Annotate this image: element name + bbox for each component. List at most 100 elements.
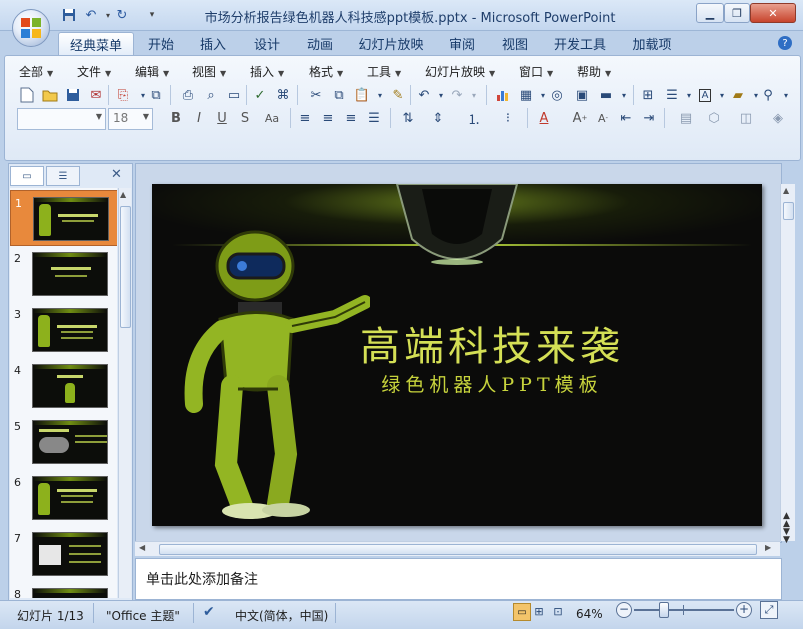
scroll-right-icon[interactable]: ▶ — [765, 543, 771, 552]
new-file-icon[interactable] — [17, 85, 37, 105]
chevron-down-icon[interactable]: ▾ — [614, 85, 634, 105]
menu-insert[interactable]: 插入 ▼ — [250, 63, 284, 79]
increase-indent-icon[interactable]: ⇥ — [639, 108, 659, 128]
slide-show-view-icon[interactable]: ⊡ — [550, 603, 566, 619]
cut-icon[interactable]: ✂ — [306, 85, 326, 105]
menu-slide-show[interactable]: 幻灯片放映 ▼ — [425, 63, 495, 79]
align-right-icon[interactable]: ≡ — [341, 108, 361, 128]
menu-view[interactable]: 视图 ▼ — [192, 63, 226, 79]
close-pane-icon[interactable]: ✕ — [111, 167, 122, 182]
menu-tools[interactable]: 工具 ▼ — [367, 63, 401, 79]
change-case-icon[interactable]: Aa — [262, 108, 282, 128]
fit-to-window-icon[interactable]: ⤢ — [760, 601, 778, 619]
shadow-icon[interactable]: S — [235, 108, 255, 128]
slide-thumbnail[interactable]: 1 — [10, 190, 117, 246]
format-painter-icon[interactable]: ✎ — [388, 85, 408, 105]
spell-check-icon[interactable]: ✔ — [203, 604, 215, 620]
justify-icon[interactable]: ☰ — [364, 108, 384, 128]
horizontal-scrollbar[interactable]: ◀ ▶ — [135, 541, 780, 556]
align-center-icon[interactable]: ≡ — [318, 108, 338, 128]
menu-format[interactable]: 格式 ▼ — [309, 63, 343, 79]
slide-thumbnail[interactable]: 8 — [10, 582, 117, 598]
new-slide-icon[interactable]: ⊞ — [638, 85, 658, 105]
notes-placeholder[interactable]: 单击此处添加备注 — [146, 569, 258, 589]
menu-all[interactable]: 全部 ▼ — [19, 63, 53, 79]
slide-canvas[interactable]: 高端科技来袭 绿色机器人PPT模板 — [152, 184, 762, 526]
tab-outline[interactable]: ☰ — [46, 166, 80, 186]
bullets-icon[interactable]: ⁝ — [498, 108, 518, 128]
tab-slides[interactable]: ▭ — [10, 166, 44, 186]
tab-home[interactable]: 开始 — [140, 32, 182, 54]
font-name-combo[interactable]: ▼ — [17, 108, 106, 130]
line-spacing-icon[interactable]: ⇕ — [428, 108, 448, 128]
slide-thumbnail[interactable]: 6 — [10, 470, 117, 524]
clipart-icon[interactable]: ◎ — [547, 85, 567, 105]
underline-icon[interactable]: U — [212, 108, 232, 128]
zoom-out-icon[interactable]: − — [616, 602, 632, 618]
numbering-icon[interactable]: ⒈ — [464, 108, 484, 128]
menu-window[interactable]: 窗口 ▼ — [519, 63, 553, 79]
print-icon[interactable]: ⎙ — [178, 85, 198, 105]
permission-icon[interactable]: ✉ — [86, 85, 106, 105]
decrease-indent-icon[interactable]: ⇤ — [616, 108, 636, 128]
scrollbar-thumb[interactable] — [783, 202, 794, 220]
menu-help[interactable]: 帮助 ▼ — [577, 63, 611, 79]
minimize-button[interactable]: ▁ — [696, 3, 724, 23]
folder-icon[interactable]: ▰ — [728, 85, 748, 105]
slide-thumbnail[interactable]: 2 — [10, 246, 117, 300]
chevron-down-icon[interactable]: ▾ — [464, 85, 484, 105]
office-button[interactable] — [12, 9, 50, 47]
help-icon[interactable]: ? — [778, 36, 792, 50]
tab-view[interactable]: 视图 — [494, 32, 536, 54]
scrollbar-thumb[interactable] — [120, 206, 131, 328]
slide-sorter-view-icon[interactable]: ⊞ — [531, 603, 547, 619]
scroll-up-icon[interactable]: ▲ — [120, 190, 126, 199]
save-icon[interactable] — [59, 6, 79, 24]
align-left-icon[interactable]: ≡ — [295, 108, 315, 128]
tab-classic-menu[interactable]: 经典菜单 — [58, 32, 134, 55]
shape-fill-icon[interactable]: ◈ — [768, 108, 788, 128]
next-slide-icon[interactable]: ▼ ▼ — [783, 528, 790, 545]
slide-thumbnail[interactable]: 4 — [10, 358, 117, 412]
copy-icon[interactable]: ⧉ — [329, 85, 349, 105]
arrange-icon[interactable]: ▤ — [676, 108, 696, 128]
research-icon[interactable]: ⌘ — [273, 85, 293, 105]
menu-edit[interactable]: 编辑 ▼ — [135, 63, 169, 79]
slides-pane-scrollbar[interactable]: ▲ — [118, 188, 131, 598]
scrollbar-thumb[interactable] — [159, 544, 757, 555]
open-folder-icon[interactable] — [40, 85, 60, 105]
shrink-font-icon[interactable]: A- — [593, 108, 613, 128]
redo-icon[interactable]: ↻ — [112, 6, 132, 24]
scroll-up-icon[interactable]: ▲ — [783, 186, 789, 195]
tab-slide-show[interactable]: 幻灯片放映 — [352, 32, 430, 54]
slide-thumbnail[interactable]: 7 — [10, 526, 117, 580]
tab-insert[interactable]: 插入 — [192, 32, 234, 54]
slide-thumbnail[interactable]: 5 — [10, 414, 117, 468]
spelling-icon[interactable]: ✓ — [250, 85, 270, 105]
shapes-icon[interactable]: ⬡ — [704, 108, 724, 128]
export-pdf-icon[interactable]: ⎘ — [113, 85, 133, 105]
zoom-slider-track[interactable] — [634, 609, 734, 611]
previous-slide-icon[interactable]: ▲ ▲ — [783, 512, 790, 529]
language[interactable]: 中文(简体，中国) — [235, 607, 328, 624]
insert-chart-icon[interactable] — [493, 85, 513, 105]
slide-layout-icon[interactable]: ▬ — [596, 85, 616, 105]
font-color-icon[interactable]: A — [534, 108, 554, 128]
menu-file[interactable]: 文件 ▼ — [77, 63, 111, 79]
scroll-left-icon[interactable]: ◀ — [139, 543, 145, 552]
font-size-combo[interactable]: 18 ▼ — [108, 108, 153, 130]
text-direction-icon[interactable]: ⇅ — [398, 108, 418, 128]
tab-design[interactable]: 设计 — [246, 32, 288, 54]
zoom-in-icon[interactable]: + — [736, 602, 752, 618]
chevron-down-icon[interactable]: ▾ — [370, 85, 390, 105]
slide-subtitle[interactable]: 绿色机器人PPT模板 — [352, 370, 632, 397]
shape-style-icon[interactable]: ◫ — [736, 108, 756, 128]
save-icon[interactable] — [63, 85, 83, 105]
close-button[interactable]: ✕ — [750, 3, 796, 23]
maximize-button[interactable]: ❐ — [724, 3, 750, 23]
print-preview-icon[interactable]: ⌕ — [201, 85, 221, 105]
zoom-slider-thumb[interactable] — [659, 602, 669, 618]
paste-icon[interactable]: 📋 — [352, 85, 372, 105]
chevron-down-icon[interactable]: ▾ — [776, 85, 796, 105]
bold-icon[interactable]: B — [166, 108, 186, 128]
